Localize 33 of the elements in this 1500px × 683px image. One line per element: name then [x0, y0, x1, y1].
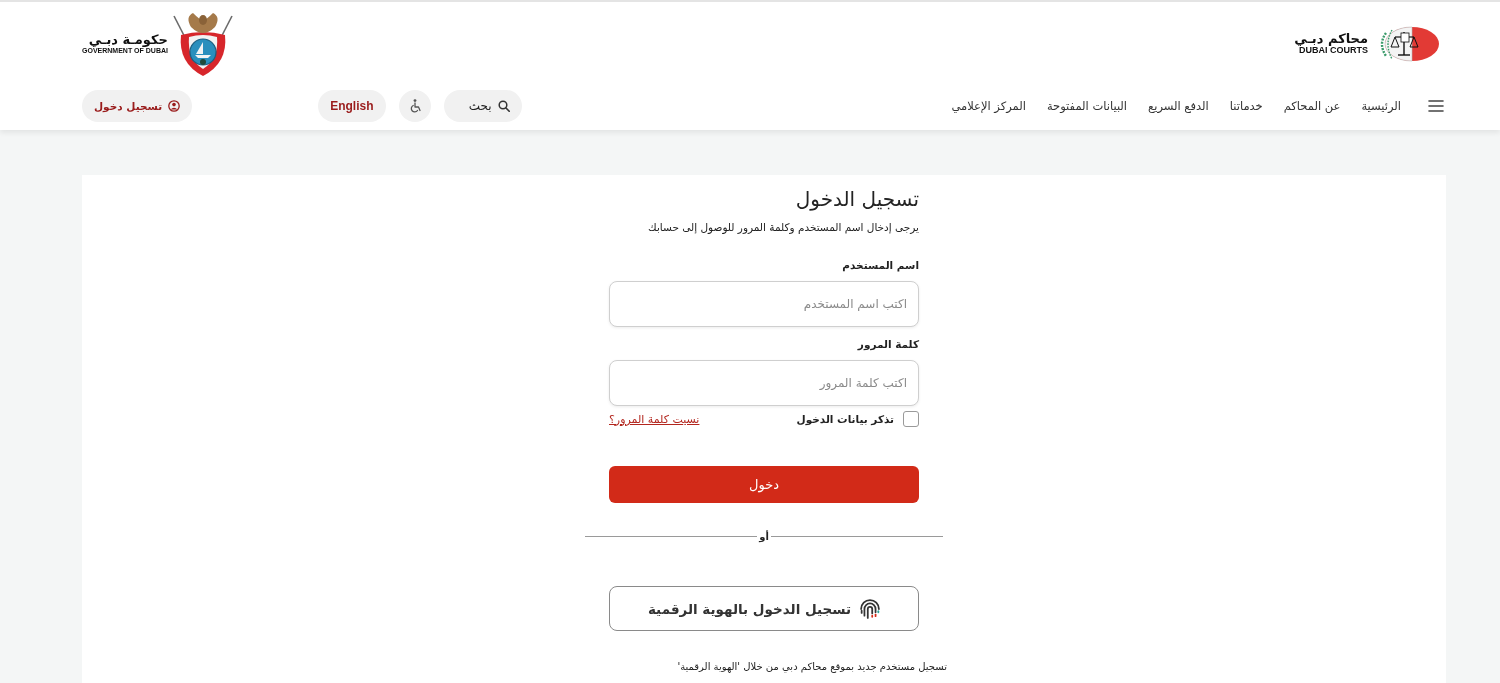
search-icon	[497, 100, 510, 112]
register-note: تسجيل مستخدم جديد بموقع محاكم دبي من خلال 'الهوية الرقمية'	[676, 660, 947, 675]
nav-link[interactable]: البيانات المفتوحة	[1046, 99, 1128, 113]
divider-label: أو	[759, 530, 769, 542]
submit-button[interactable]: دخول	[609, 466, 919, 503]
logo-name-arabic: محاكم دبـي	[1294, 31, 1368, 47]
field-label: اسم المستخدم	[841, 258, 919, 273]
menu-button[interactable]	[1428, 100, 1444, 112]
remember-checkbox[interactable]	[903, 411, 919, 427]
nav-link[interactable]: الرئيسية	[1361, 99, 1401, 113]
accessibility-button[interactable]	[398, 90, 431, 122]
language-button[interactable]: English	[318, 90, 386, 122]
subtitle: يرجى إدخال اسم المستخدم وكلمة المرور للوصول إلى حسابك	[647, 220, 919, 235]
nav-link[interactable]: الدفع السريع	[1148, 99, 1209, 113]
logo-name-arabic: حكومـة دبـي	[88, 33, 168, 48]
remember-label: تذكر بيانات الدخول	[796, 413, 894, 425]
user-icon	[168, 100, 181, 112]
password-field[interactable]: اكتب كلمة المرور	[609, 360, 919, 406]
search-field[interactable]: بحث	[443, 90, 522, 122]
logo-name-english: DUBAI COURTS	[1299, 46, 1368, 57]
wheelchair-icon	[408, 99, 421, 113]
fingerprint-icon	[860, 598, 881, 619]
nav-link[interactable]: عن المحاكم	[1283, 99, 1341, 113]
login-button[interactable]: تسجيل دخول	[82, 90, 193, 122]
field-label: كلمة المرور	[856, 337, 919, 352]
username-field[interactable]: اكتب اسم المستخدم	[609, 281, 919, 327]
forgot-password-link[interactable]: نسيت كلمة المرور؟	[609, 412, 700, 426]
page-title: تسجيل الدخول	[794, 186, 919, 213]
menu-icon	[1428, 100, 1444, 112]
emblem-logo	[170, 11, 235, 77]
nav-link[interactable]: خدماتنا	[1229, 99, 1263, 113]
digital-id-button[interactable]: تسجيل الدخول بالهوية الرقمية	[609, 586, 919, 631]
nav-link[interactable]: المركز الإعلامي	[951, 99, 1026, 113]
